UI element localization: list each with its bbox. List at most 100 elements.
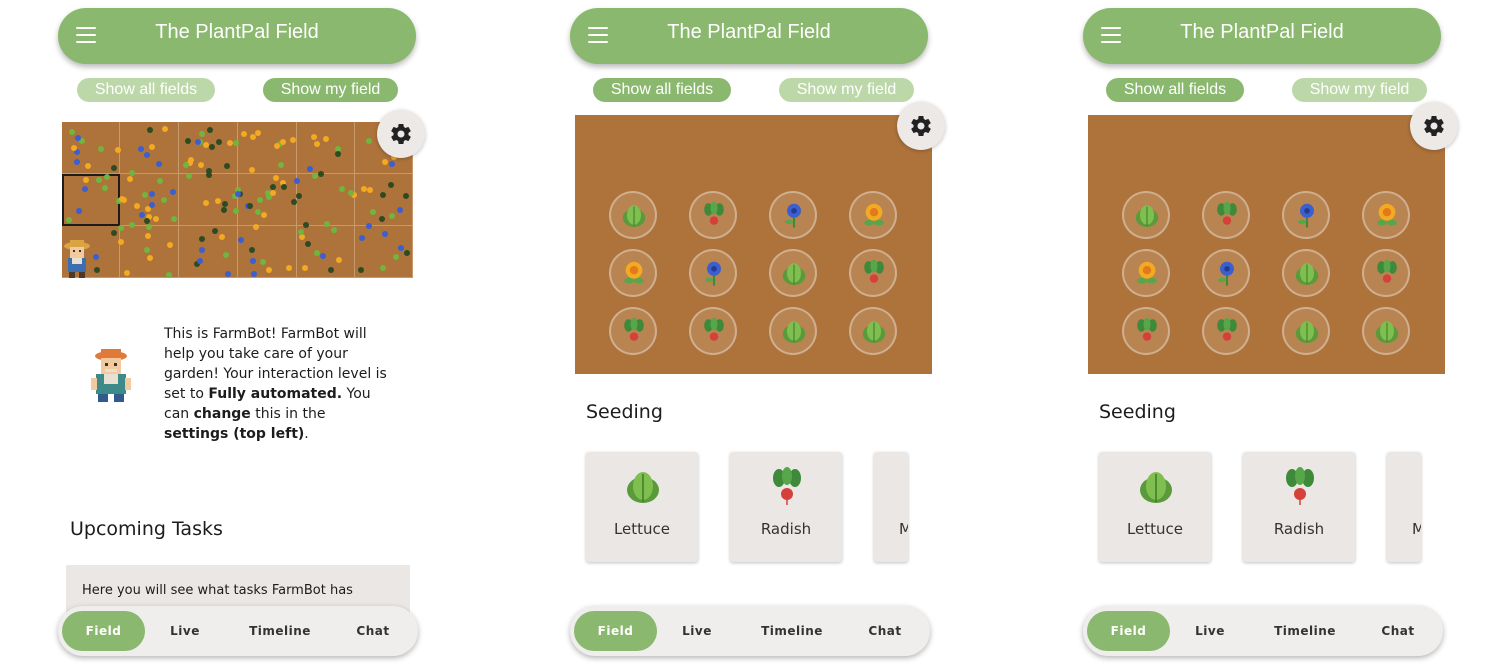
minimap-plant xyxy=(249,258,256,265)
minimap-plant xyxy=(240,131,247,138)
minimap-plant xyxy=(73,159,80,166)
minimap-plant xyxy=(166,271,173,278)
nav-field[interactable]: Field xyxy=(1087,611,1170,651)
app-title: The PlantPal Field xyxy=(155,21,319,43)
nav-field[interactable]: Field xyxy=(62,611,145,651)
gear-icon xyxy=(911,116,931,137)
plant-slot-marigold[interactable] xyxy=(1122,249,1170,297)
plant-slot-marigold[interactable] xyxy=(1362,191,1410,239)
minimap-plant xyxy=(317,170,324,177)
field-plot[interactable] xyxy=(238,122,297,174)
minimap-plant xyxy=(306,166,313,173)
nav-field[interactable]: Field xyxy=(574,611,657,651)
plant-slot-radish[interactable] xyxy=(609,307,657,355)
seed-card-label: Lettuce xyxy=(613,520,671,538)
minimap-plant xyxy=(145,224,152,231)
seed-card-lettuce[interactable]: Lettuce xyxy=(1099,452,1211,562)
minimap-plant xyxy=(139,211,146,218)
minimap-plant xyxy=(297,229,304,236)
nav-timeline[interactable]: Timeline xyxy=(742,611,842,651)
plant-slot-radish[interactable] xyxy=(689,307,737,355)
nav-live[interactable]: Live xyxy=(1173,611,1247,651)
plant-slot-cornflower[interactable] xyxy=(1202,249,1250,297)
seed-card-radish[interactable]: Radish xyxy=(1243,452,1355,562)
minimap-plant xyxy=(256,197,263,204)
radish-icon xyxy=(773,467,801,505)
show-all-fields-button[interactable]: Show all fields xyxy=(1106,78,1244,102)
seeding-title: Seeding xyxy=(586,401,663,423)
radish-icon xyxy=(1137,317,1157,341)
radish-icon xyxy=(1286,467,1314,505)
plant-slot-radish[interactable] xyxy=(1362,249,1410,297)
plant-slot-radish[interactable] xyxy=(1122,307,1170,355)
lettuce-icon xyxy=(782,263,806,285)
minimap-plant xyxy=(155,160,162,167)
settings-button[interactable] xyxy=(377,110,425,158)
plant-slot-lettuce[interactable] xyxy=(1282,249,1330,297)
plant-slot-lettuce[interactable] xyxy=(609,191,657,239)
minimap-plant xyxy=(206,171,213,178)
minimap-plant xyxy=(142,191,149,198)
marigold-icon xyxy=(624,261,644,284)
plant-slot-radish[interactable] xyxy=(1202,307,1250,355)
plant-slot-lettuce[interactable] xyxy=(769,249,817,297)
cornflower-icon xyxy=(784,203,801,228)
field-plot[interactable] xyxy=(297,174,355,226)
show-my-field-button[interactable]: Show my field xyxy=(1292,78,1427,102)
settings-button[interactable] xyxy=(897,102,945,150)
minimap-plant xyxy=(222,252,229,259)
minimap-plant xyxy=(289,137,296,144)
cornflower-icon xyxy=(704,261,721,286)
seed-card-radish[interactable]: Radish xyxy=(730,452,842,562)
plant-slot-cornflower[interactable] xyxy=(689,249,737,297)
seed-card-partial[interactable]: M xyxy=(874,452,908,562)
nav-chat[interactable]: Chat xyxy=(846,611,924,651)
minimap-plant xyxy=(169,189,176,196)
field-grid[interactable] xyxy=(1088,115,1445,374)
minimap-plant xyxy=(110,229,117,236)
plant-slot-radish[interactable] xyxy=(1202,191,1250,239)
minimap-plant xyxy=(199,235,206,242)
field-plot[interactable] xyxy=(297,122,355,174)
minimap-plant xyxy=(304,240,311,247)
field-plot[interactable] xyxy=(179,226,238,278)
plant-slot-cornflower[interactable] xyxy=(769,191,817,239)
plant-slot-lettuce[interactable] xyxy=(1122,191,1170,239)
radish-icon xyxy=(624,317,644,341)
plant-slot-cornflower[interactable] xyxy=(1282,191,1330,239)
nav-chat[interactable]: Chat xyxy=(1359,611,1437,651)
field-plot[interactable] xyxy=(238,174,297,226)
minimap-plant xyxy=(97,145,104,152)
plant-slot-lettuce[interactable] xyxy=(769,307,817,355)
minimap-plant xyxy=(123,269,130,276)
nav-live[interactable]: Live xyxy=(660,611,734,651)
minimap-plant xyxy=(237,236,244,243)
plant-slot-lettuce[interactable] xyxy=(1282,307,1330,355)
seed-card-label: Lettuce xyxy=(1126,520,1184,538)
all-fields-map[interactable] xyxy=(62,122,413,278)
gear-icon xyxy=(1424,116,1444,137)
settings-button[interactable] xyxy=(1410,102,1458,150)
field-grid[interactable] xyxy=(575,115,932,374)
plant-slot-lettuce[interactable] xyxy=(849,307,897,355)
minimap-plant xyxy=(198,246,205,253)
plant-slot-marigold[interactable] xyxy=(609,249,657,297)
minimap-plant xyxy=(260,212,267,219)
nav-timeline[interactable]: Timeline xyxy=(1255,611,1355,651)
seed-card-partial[interactable]: M xyxy=(1387,452,1421,562)
show-my-field-button[interactable]: Show my field xyxy=(779,78,914,102)
show-my-field-button[interactable]: Show my field xyxy=(263,78,398,102)
nav-chat[interactable]: Chat xyxy=(334,611,412,651)
seed-card-lettuce[interactable]: Lettuce xyxy=(586,452,698,562)
nav-live[interactable]: Live xyxy=(148,611,222,651)
plant-slot-lettuce[interactable] xyxy=(1362,307,1410,355)
show-all-fields-button[interactable]: Show all fields xyxy=(77,78,215,102)
plant-slot-marigold[interactable] xyxy=(849,191,897,239)
plant-slot-radish[interactable] xyxy=(849,249,897,297)
minimap-plant xyxy=(358,235,365,242)
field-plot[interactable] xyxy=(179,174,238,226)
show-all-fields-button[interactable]: Show all fields xyxy=(593,78,731,102)
plant-slot-radish[interactable] xyxy=(689,191,737,239)
minimap-plant xyxy=(216,138,223,145)
nav-timeline[interactable]: Timeline xyxy=(230,611,330,651)
